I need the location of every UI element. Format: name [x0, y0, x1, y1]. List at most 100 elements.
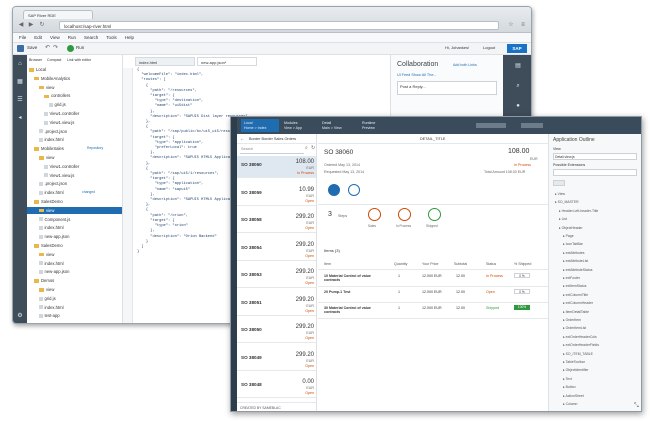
menu-item[interactable]: File — [19, 35, 26, 40]
tree-item[interactable]: view — [27, 286, 122, 293]
outline-node[interactable]: ▸ Column — [563, 402, 577, 406]
tab-modules[interactable]: Modules View > App — [281, 119, 317, 132]
outline-node[interactable]: ▸ extFooter — [563, 276, 580, 280]
outline-node[interactable]: ▸ extAttributeStatus — [563, 268, 592, 272]
tree-item[interactable]: MobileSales — [27, 145, 122, 152]
list-item[interactable]: SO 38049 299.20 EUR Open — [237, 349, 316, 371]
list-item[interactable]: SO 38060 108.00 EUR In Process — [237, 156, 316, 178]
list-item[interactable]: SO 38051 299.20 EUR Open — [237, 294, 316, 316]
outline-node[interactable]: ▸ extColumnTitle — [563, 293, 588, 297]
tree-item[interactable]: view — [27, 251, 122, 258]
outline-node[interactable]: ▸ OrderItemList — [563, 326, 586, 330]
tree-item[interactable]: Demos — [27, 277, 122, 284]
people-tab-icon[interactable] — [348, 184, 360, 196]
list-item[interactable]: SO 38048 0.00 EUR Open — [237, 376, 316, 398]
outline-node[interactable]: ▸ extOrderHeaderCols — [563, 335, 597, 339]
outline-node[interactable]: ▸ extAttributeList — [563, 259, 588, 263]
refresh-icon[interactable]: ↻ — [311, 145, 315, 151]
tree-item[interactable]: grid.js — [27, 295, 122, 302]
back-icon[interactable]: ◀ — [17, 21, 25, 29]
tree-tab-browser[interactable]: Browser — [29, 57, 42, 64]
outline-node[interactable]: ▸ ObjectHeader — [559, 226, 583, 230]
tree-item[interactable]: index.html — [27, 260, 122, 267]
url-bar[interactable]: localhost:/sap-river.html — [59, 21, 499, 30]
tree-item[interactable]: index.html — [27, 304, 122, 311]
menu-item[interactable]: Edit — [34, 35, 42, 40]
outline-node[interactable]: ▸ OrderItem — [563, 318, 581, 322]
save-button[interactable]: Save — [27, 45, 37, 50]
list-item[interactable]: SO 38054 299.20 EUR Open — [237, 239, 316, 261]
list-icon[interactable]: ☰ — [15, 95, 25, 105]
run-button[interactable]: Run — [76, 45, 84, 50]
editor-tab-new-app[interactable]: new-app.json* — [197, 57, 257, 66]
outline-node[interactable]: ▸ SO_ITEM_TABLE — [563, 352, 593, 356]
gear-icon[interactable]: ⚙ — [15, 311, 25, 321]
editor-tab-index[interactable]: index.html — [135, 57, 195, 66]
outline-node[interactable]: ▸ Page — [563, 234, 574, 238]
list-item[interactable]: SO 38050 299.20 EUR Open — [237, 321, 316, 343]
list-item[interactable]: SO 38059 10.99 EUR Open — [237, 184, 316, 206]
home-icon[interactable]: ⌂ — [15, 59, 25, 69]
go-button[interactable] — [553, 180, 565, 186]
redo-icon[interactable]: ↷ — [53, 44, 58, 51]
info-tab-icon[interactable] — [328, 184, 340, 196]
tree-item[interactable]: index.html — [27, 136, 122, 143]
outline-node[interactable]: ▸ List — [559, 217, 567, 221]
view-select[interactable]: Detail.view.js — [553, 153, 637, 160]
back-arrow-icon[interactable]: ← — [240, 136, 245, 142]
tab-detail[interactable]: Detail Main > View — [319, 119, 355, 132]
outline-node[interactable]: ▸ Text — [563, 377, 572, 381]
resize-icon[interactable]: ⤡ — [634, 403, 639, 410]
menu-item[interactable]: Search — [84, 35, 98, 40]
tree-item[interactable]: test-app — [27, 312, 122, 319]
tree-item[interactable]: .project.json — [27, 180, 122, 187]
search-icon[interactable]: ⌕ — [513, 81, 523, 91]
tab-local[interactable]: Local Home > Index — [241, 119, 279, 132]
collab-link[interactable]: Add both Links — [453, 63, 477, 67]
menu-item[interactable]: View — [50, 35, 60, 40]
tree-item[interactable]: new-app.json — [27, 268, 122, 275]
outline-node[interactable]: ▸ ItemDetailTable — [563, 310, 589, 314]
forward-icon[interactable]: ▶ — [27, 21, 35, 29]
tree-item[interactable]: controllers — [27, 92, 122, 99]
logout-link[interactable]: Logout — [483, 45, 495, 50]
tree-item[interactable]: index.html — [27, 189, 122, 196]
tree-item[interactable]: View1.controller — [27, 110, 122, 117]
post-reply-input[interactable]: Post a Reply... — [397, 81, 497, 95]
new-icon[interactable] — [17, 45, 24, 52]
info-icon[interactable]: ● — [513, 101, 523, 111]
list-item[interactable]: SO 38053 299.20 EUR Open — [237, 266, 316, 288]
outline-node[interactable]: ▸ IconTabBar — [563, 242, 583, 246]
menu-item[interactable]: Tools — [106, 35, 117, 40]
tree-item[interactable]: view — [27, 154, 122, 161]
tree-item[interactable]: view — [27, 206, 122, 214]
undo-icon[interactable]: ↶ — [45, 44, 50, 51]
outline-node[interactable]: ▸ extColumnHeader — [563, 301, 593, 305]
tree-tab-link[interactable]: Link with editor — [67, 57, 91, 64]
tree-item[interactable]: View1.view.js — [27, 119, 122, 126]
reload-icon[interactable]: ↻ — [38, 21, 46, 29]
outline-node[interactable]: ▸ View — [555, 192, 565, 196]
outline-node[interactable]: ▸ TableToolbar — [563, 360, 585, 364]
outline-node[interactable]: ▸ extItemStatus — [563, 284, 586, 288]
outline-node[interactable]: ▸ extAttributes — [563, 251, 585, 255]
tree-item[interactable]: SalesDemo — [27, 198, 122, 205]
document-icon[interactable]: ▤ — [513, 61, 523, 71]
tree-item[interactable]: SalesDemo — [27, 242, 122, 249]
tree-item[interactable]: Local — [27, 66, 122, 73]
tree-item[interactable]: Component.js — [27, 216, 122, 223]
tree-item[interactable]: new-app.json — [27, 233, 122, 240]
tree-item[interactable]: View1.controller — [27, 163, 122, 170]
run-icon[interactable] — [67, 45, 74, 52]
outline-node[interactable]: ▸ extOrderHeaderFields — [563, 343, 599, 347]
speaker-icon[interactable]: ◂ — [15, 113, 25, 123]
extensions-select[interactable] — [553, 169, 637, 176]
tree-item[interactable]: view — [27, 84, 122, 91]
outline-node[interactable]: ▸ Header.Left-header-Title — [559, 209, 598, 213]
search-input[interactable]: Search — [240, 146, 304, 154]
tab-runtime[interactable]: Runtime Preview — [359, 119, 399, 132]
tree-item[interactable]: index.html — [27, 224, 122, 231]
tree-item[interactable]: View1.view.js — [27, 172, 122, 179]
star-icon[interactable]: ☆ — [507, 21, 515, 29]
tree-tab-compact[interactable]: Compact — [47, 57, 61, 64]
